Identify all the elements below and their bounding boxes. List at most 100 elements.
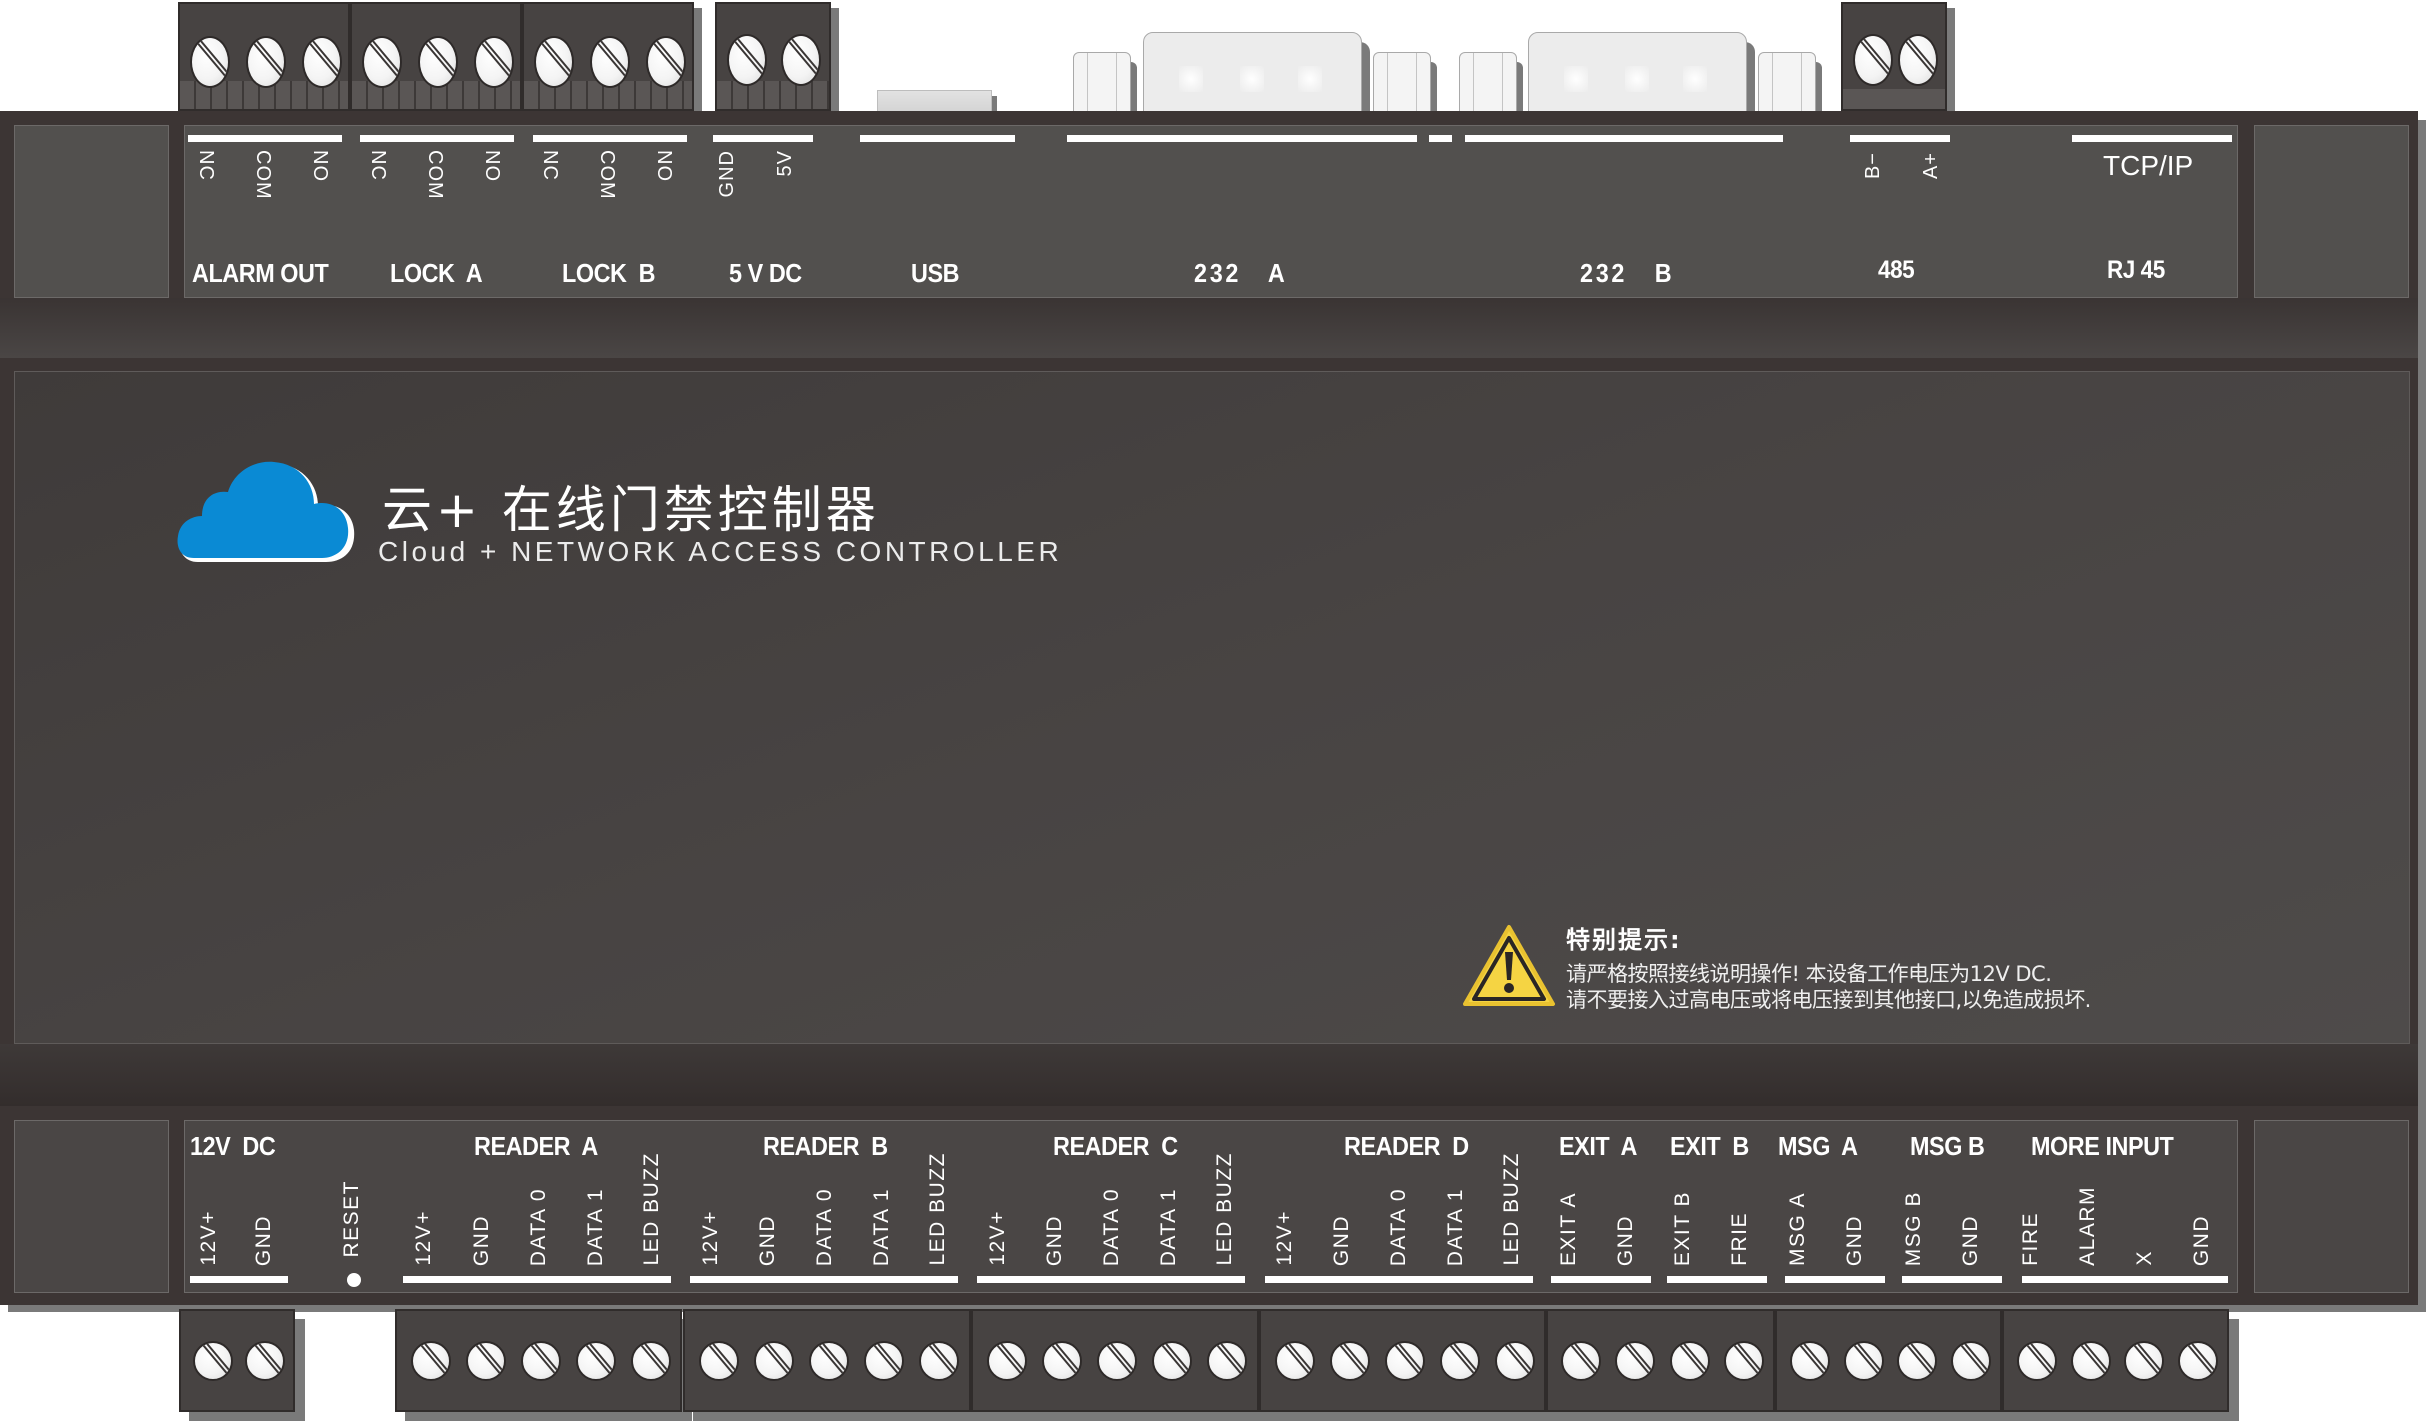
section-label-lock-a: LOCK A [390,258,483,288]
bottom-right-cap [2254,1120,2409,1293]
terminal-block-alarm-out[interactable] [178,2,350,111]
pin-label: LED BUZZ [1213,1152,1236,1266]
pin-label: LED BUZZ [640,1152,663,1266]
screw-terminal-icon[interactable] [698,1341,739,1381]
pin-label: FRIE [1728,1212,1751,1266]
section-label-alarm-out: ALARM OUT [192,258,329,288]
screw-terminal-icon[interactable] [919,1341,960,1381]
screw-terminal-icon[interactable] [1615,1341,1656,1381]
pin-label: GND [1043,1214,1066,1266]
pin-label: COM [596,150,618,200]
pin-label: NC [539,150,561,181]
pin-label: 12V+ [699,1210,722,1266]
pin-label: MSG B [1902,1190,1925,1266]
pin-label: GND [1614,1214,1637,1266]
screw-terminal-icon[interactable] [1274,1341,1315,1381]
terminal-block-exit[interactable] [1546,1309,1775,1412]
screw-terminal-icon[interactable] [1097,1341,1137,1381]
screw-terminal-icon[interactable] [302,36,342,88]
screw-terminal-icon[interactable] [1329,1341,1370,1381]
pin-label: GND [1843,1214,1866,1266]
section-label-more-input: MORE INPUT [2031,1131,2174,1161]
screw-terminal-icon[interactable] [534,36,574,88]
screw-terminal-icon[interactable] [410,1341,451,1381]
screw-terminal-icon[interactable] [630,1341,671,1381]
screw-terminal-icon[interactable] [1951,1341,1992,1381]
terminal-block-5v-dc[interactable] [715,2,831,111]
section-label-reader-a: READER A [474,1131,598,1161]
rs232-b-port[interactable] [1528,32,1747,113]
terminal-block-lock-a[interactable] [350,2,522,111]
screw-terminal-icon[interactable] [362,36,402,88]
terminal-block-reader-c[interactable] [971,1309,1259,1412]
terminal-block-reader-d[interactable] [1259,1309,1546,1412]
screw-terminal-icon[interactable] [465,1341,506,1381]
warning-title: 特别提示: [1566,926,1682,954]
screw-terminal-icon[interactable] [1384,1341,1425,1381]
screw-terminal-icon[interactable] [246,36,286,88]
screw-terminal-icon[interactable] [753,1341,794,1381]
pin-group-bar [713,135,813,142]
screw-terminal-icon[interactable] [590,36,630,88]
pin-label: 5V [774,150,796,177]
screw-terminal-icon[interactable] [474,36,514,88]
pin-group-bar [1429,135,1452,142]
screw-terminal-icon[interactable] [2178,1341,2219,1381]
db9-pin [1298,66,1322,92]
terminal-block-more-input[interactable] [2002,1309,2229,1412]
section-label-232-a: 232 A [1194,258,1288,288]
screw-terminal-icon[interactable] [1853,34,1893,86]
warning-triangle-icon [1463,925,1555,1006]
screw-terminal-icon[interactable] [1041,1341,1082,1381]
pin-label: GND [716,150,738,198]
screw-terminal-icon[interactable] [646,36,686,88]
pin-label: LED BUZZ [926,1152,949,1266]
screw-terminal-icon[interactable] [864,1341,905,1381]
screw-terminal-icon[interactable] [2124,1341,2165,1381]
screw-terminal-icon[interactable] [1494,1341,1535,1381]
usb-port[interactable] [877,90,992,113]
screw-terminal-icon[interactable] [1207,1341,1248,1381]
screw-terminal-icon[interactable] [1897,1341,1938,1381]
pin-group-bar [1902,1276,2002,1283]
pin-label: DATA 0 [527,1187,550,1266]
reset-button[interactable] [347,1273,361,1287]
screw-terminal-icon[interactable] [245,1341,285,1381]
screw-terminal-icon[interactable] [1561,1341,1602,1381]
pin-label: NO [481,150,503,182]
screw-terminal-icon[interactable] [727,34,767,86]
screw-terminal-icon[interactable] [190,36,230,88]
screw-terminal-icon[interactable] [1789,1341,1830,1381]
screw-terminal-icon[interactable] [1898,34,1938,86]
section-label-reader-b: READER B [763,1131,888,1161]
body-groove [0,298,2418,358]
screw-terminal-icon[interactable] [2070,1341,2111,1381]
screw-terminal-icon[interactable] [2016,1341,2057,1381]
terminal-block-lock-b[interactable] [522,2,694,111]
screw-terminal-icon[interactable] [1439,1341,1480,1381]
terminal-block-reader-a[interactable] [395,1309,682,1412]
screw-terminal-icon[interactable] [781,34,821,86]
terminal-block-485[interactable] [1841,2,1947,111]
db9-pin [1179,66,1203,92]
pin-group-bar [1785,1276,1885,1283]
terminal-block-12v-dc[interactable] [179,1309,295,1412]
screw-terminal-icon[interactable] [418,36,458,88]
pin-label: GND [2190,1214,2213,1266]
screw-terminal-icon[interactable] [1843,1341,1884,1381]
pin-label: DATA 1 [584,1187,607,1266]
section-label-485: 485 [1878,256,1915,284]
db9-screw-post [1073,52,1131,113]
screw-terminal-icon[interactable] [986,1341,1027,1381]
screw-terminal-icon[interactable] [520,1341,561,1381]
screw-terminal-icon[interactable] [809,1341,849,1381]
rs232-a-port[interactable] [1143,32,1362,113]
screw-terminal-icon[interactable] [575,1341,616,1381]
screw-terminal-icon[interactable] [1669,1341,1710,1381]
terminal-block-reader-b[interactable] [683,1309,971,1412]
screw-terminal-icon[interactable] [1723,1341,1764,1381]
screw-terminal-icon[interactable] [1152,1341,1193,1381]
pin-label: DATA 1 [1444,1187,1467,1266]
screw-terminal-icon[interactable] [193,1341,233,1381]
terminal-block-msg[interactable] [1775,1309,2002,1412]
